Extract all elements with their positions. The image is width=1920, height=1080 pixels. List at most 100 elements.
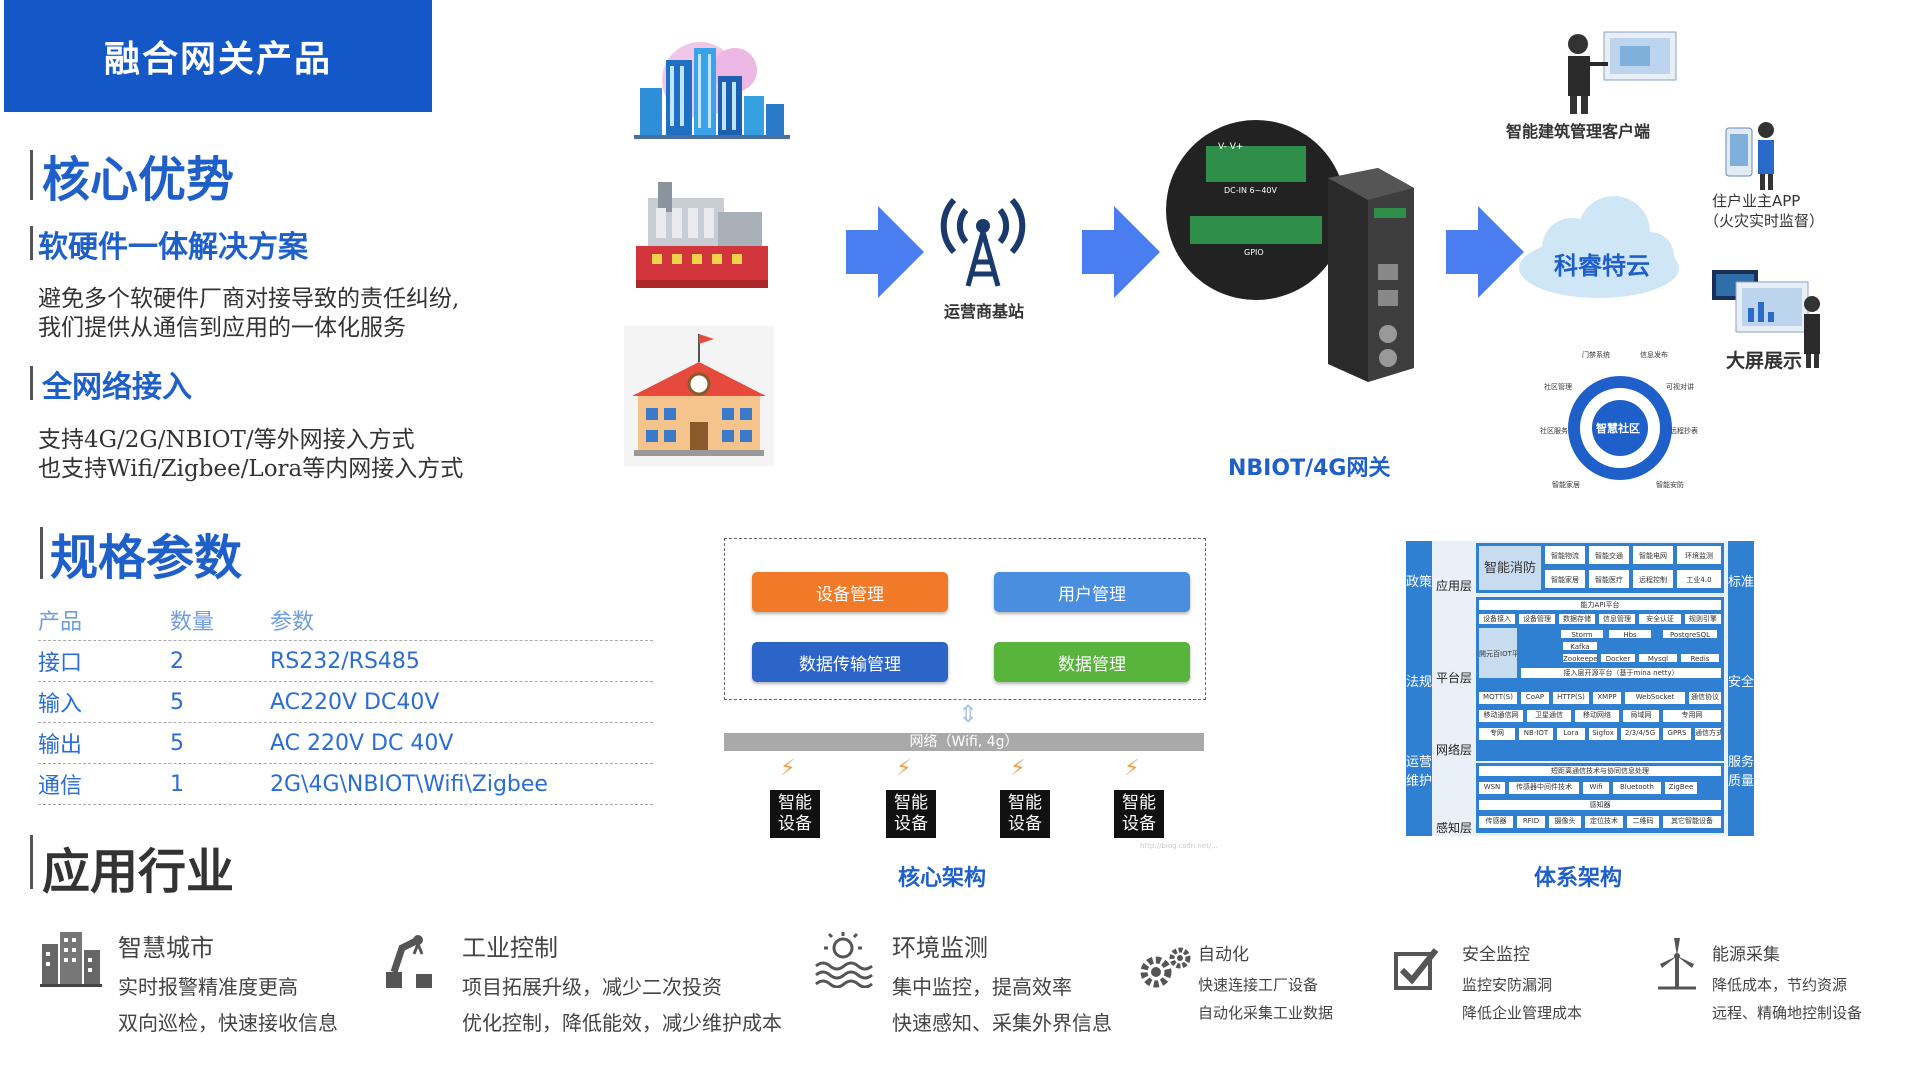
layer-label: 网络层 [1436, 743, 1473, 757]
network-access-text: 支持4G/2G/NBIOT/等外网接入方式 也支持Wifi/Zigbee/Lor… [38, 426, 463, 484]
arch-cell: 移动通信网 [1478, 709, 1524, 723]
water-sun-icon [812, 932, 874, 992]
smart-device: 智能 设备 [1000, 790, 1050, 838]
phone-user-icon [1718, 118, 1784, 196]
arch-cell: XMPP [1592, 691, 1622, 705]
arch-cell: 环境监测 [1676, 545, 1722, 565]
module-transfer-mgmt: 数据传输管理 [752, 642, 948, 682]
app-label-2: （火灾实时监督） [1704, 212, 1825, 230]
app-label-1: 住户业主APP [1712, 192, 1801, 210]
industry-line: 实时报警精准度更高 [118, 975, 298, 999]
industry-smart-city: 智慧城市 实时报警精准度更高 双向巡检，快速接收信息 [118, 928, 338, 1041]
industry-line: 远程、精确地控制设备 [1712, 1004, 1863, 1022]
arch-cell: 传感器 [1478, 815, 1514, 829]
spec-cell: 通信 [38, 774, 83, 799]
arch-cell: 短距离通信技术与协同信息处理 [1478, 765, 1722, 777]
arch-cell: 智能物流 [1544, 545, 1586, 565]
industry-line: 集中监控，提高效率 [892, 975, 1072, 999]
community-item: 信息发布 [1640, 351, 1668, 359]
smart-device: 智能 设备 [1114, 790, 1164, 838]
spec-header-cell: 产品 [38, 610, 83, 635]
arch-cell: 其它智能设备 [1662, 815, 1722, 829]
header-title: 融合网关产品 [103, 39, 332, 80]
gateway-device-icon [1318, 168, 1418, 386]
signal-bolt-icon: ⚡ [1124, 756, 1140, 781]
city-building-icon [40, 930, 102, 992]
industry-line: 优化控制，降低能效，减少维护成本 [462, 1011, 782, 1035]
arch-cell: 二维码 [1626, 815, 1660, 829]
arch-cell: 能力API平台 [1478, 599, 1722, 611]
gateway-label: NBIOT/4G网关 [1228, 456, 1391, 481]
arch-cell: WebSocket [1624, 691, 1686, 705]
layer-label: 感知层 [1436, 821, 1473, 835]
industry-line: 自动化采集工业数据 [1198, 1004, 1334, 1022]
spec-cell: 2G\4G\NBIOT\Wifi\Zigbee [270, 771, 548, 797]
spec-cell: RS232/RS485 [270, 648, 420, 674]
city-skyline-icon [630, 40, 790, 144]
tower-label: 运营商基站 [944, 302, 1025, 321]
arch-cell: 设备接入 [1478, 613, 1516, 625]
solution-line-1: 避免多个软硬件厂商对接导致的责任纠纷, [38, 286, 460, 312]
arch-cell: GPRS [1662, 727, 1692, 741]
terminal-label: GPIO [1244, 248, 1264, 257]
robot-arm-icon [382, 932, 438, 996]
spec-table: 产品 数量 参数 接口 2 RS232/RS485 输入 5 AC220V DC… [38, 600, 653, 805]
smart-community-diagram: 智慧社区 门禁系统 信息发布 可视对讲 远程抄表 智能安防 智能家居 社区服务 … [1540, 350, 1700, 500]
arch-cell: 智能家居 [1544, 569, 1586, 589]
arch-cell: Docker [1600, 653, 1636, 663]
spec-heading: 规格参数 [50, 530, 243, 586]
signal-bolt-icon: ⚡ [1010, 756, 1026, 781]
arch-cell: Hbs [1608, 629, 1652, 639]
spec-cell: 5 [170, 689, 184, 715]
industry-title: 自动化 [1198, 945, 1249, 965]
network-bar: 网络（Wifi, 4g） [724, 733, 1204, 751]
industry-title: 工业控制 [462, 934, 558, 962]
spec-header-cell: 数量 [170, 610, 215, 635]
industries-heading: 应用行业 [42, 844, 235, 900]
solution-title: 软硬件一体解决方案 [38, 230, 308, 265]
spec-cell: 输出 [38, 733, 83, 758]
arch-cell: CoAP [1520, 691, 1550, 705]
solution-line-2: 我们提供从通信到应用的一体化服务 [38, 315, 406, 341]
arch-cell: 接入层开源平台（基于mina netty） [1520, 667, 1722, 679]
cell-tower-icon [938, 196, 1028, 292]
spec-cell: AC 220V DC 40V [270, 730, 454, 756]
arch-cell: WSN [1478, 781, 1506, 795]
arch-cell: 卫星通信 [1526, 709, 1572, 723]
spec-header-cell: 参数 [270, 610, 315, 635]
module-user-mgmt: 用户管理 [994, 572, 1190, 612]
spec-header-row: 产品 数量 参数 [38, 600, 653, 641]
industry-line: 快速连接工厂设备 [1198, 976, 1319, 994]
arch-cell: Sigfox [1588, 727, 1618, 741]
arch-cell: 设备管理 [1518, 613, 1556, 625]
arch-cell: 局域网 [1622, 709, 1660, 723]
signal-bolt-icon: ⚡ [780, 756, 796, 781]
arch-cell: HTTP(S) [1552, 691, 1590, 705]
industry-line: 项目拓展升级，减少二次投资 [462, 975, 722, 999]
flow-arrow-icon [846, 206, 926, 298]
heading-divider [30, 835, 33, 889]
updown-arrow-icon: ⇕ [958, 700, 979, 728]
heading-divider [30, 150, 33, 200]
factory-icon [626, 168, 776, 300]
spec-cell: 2 [170, 648, 184, 674]
system-architecture-diagram: 政策 法规 运营维护 标准 安全 服务质量 应用层 平台层 网络层 感知层 智能… [1406, 541, 1754, 836]
smart-device: 智能 设备 [886, 790, 936, 838]
arch-cell: 智能交通 [1588, 545, 1630, 565]
heading-divider [40, 527, 43, 579]
table-row: 输出 5 AC 220V DC 40V [38, 723, 653, 764]
flow-arrow-icon [1082, 206, 1162, 298]
sys-arch-caption: 体系架构 [1534, 866, 1623, 891]
policy-label: 运营维护 [1406, 755, 1433, 789]
standard-label: 安全 [1728, 675, 1755, 690]
industry-title: 安全监控 [1462, 945, 1530, 965]
arch-cell: Zookeeper [1562, 653, 1598, 663]
screen-label: 大屏展示 [1726, 350, 1803, 372]
table-row: 通信 1 2G\4G\NBIOT\Wifi\Zigbee [38, 764, 653, 805]
arch-cell: 智能电网 [1632, 545, 1674, 565]
terminal-label: DC-IN 6~40V [1224, 186, 1277, 195]
arch-cell: 摄像头 [1548, 815, 1582, 829]
policy-label: 政策 [1406, 575, 1433, 590]
spec-cell: 接口 [38, 651, 83, 676]
policy-label: 法规 [1406, 675, 1433, 690]
